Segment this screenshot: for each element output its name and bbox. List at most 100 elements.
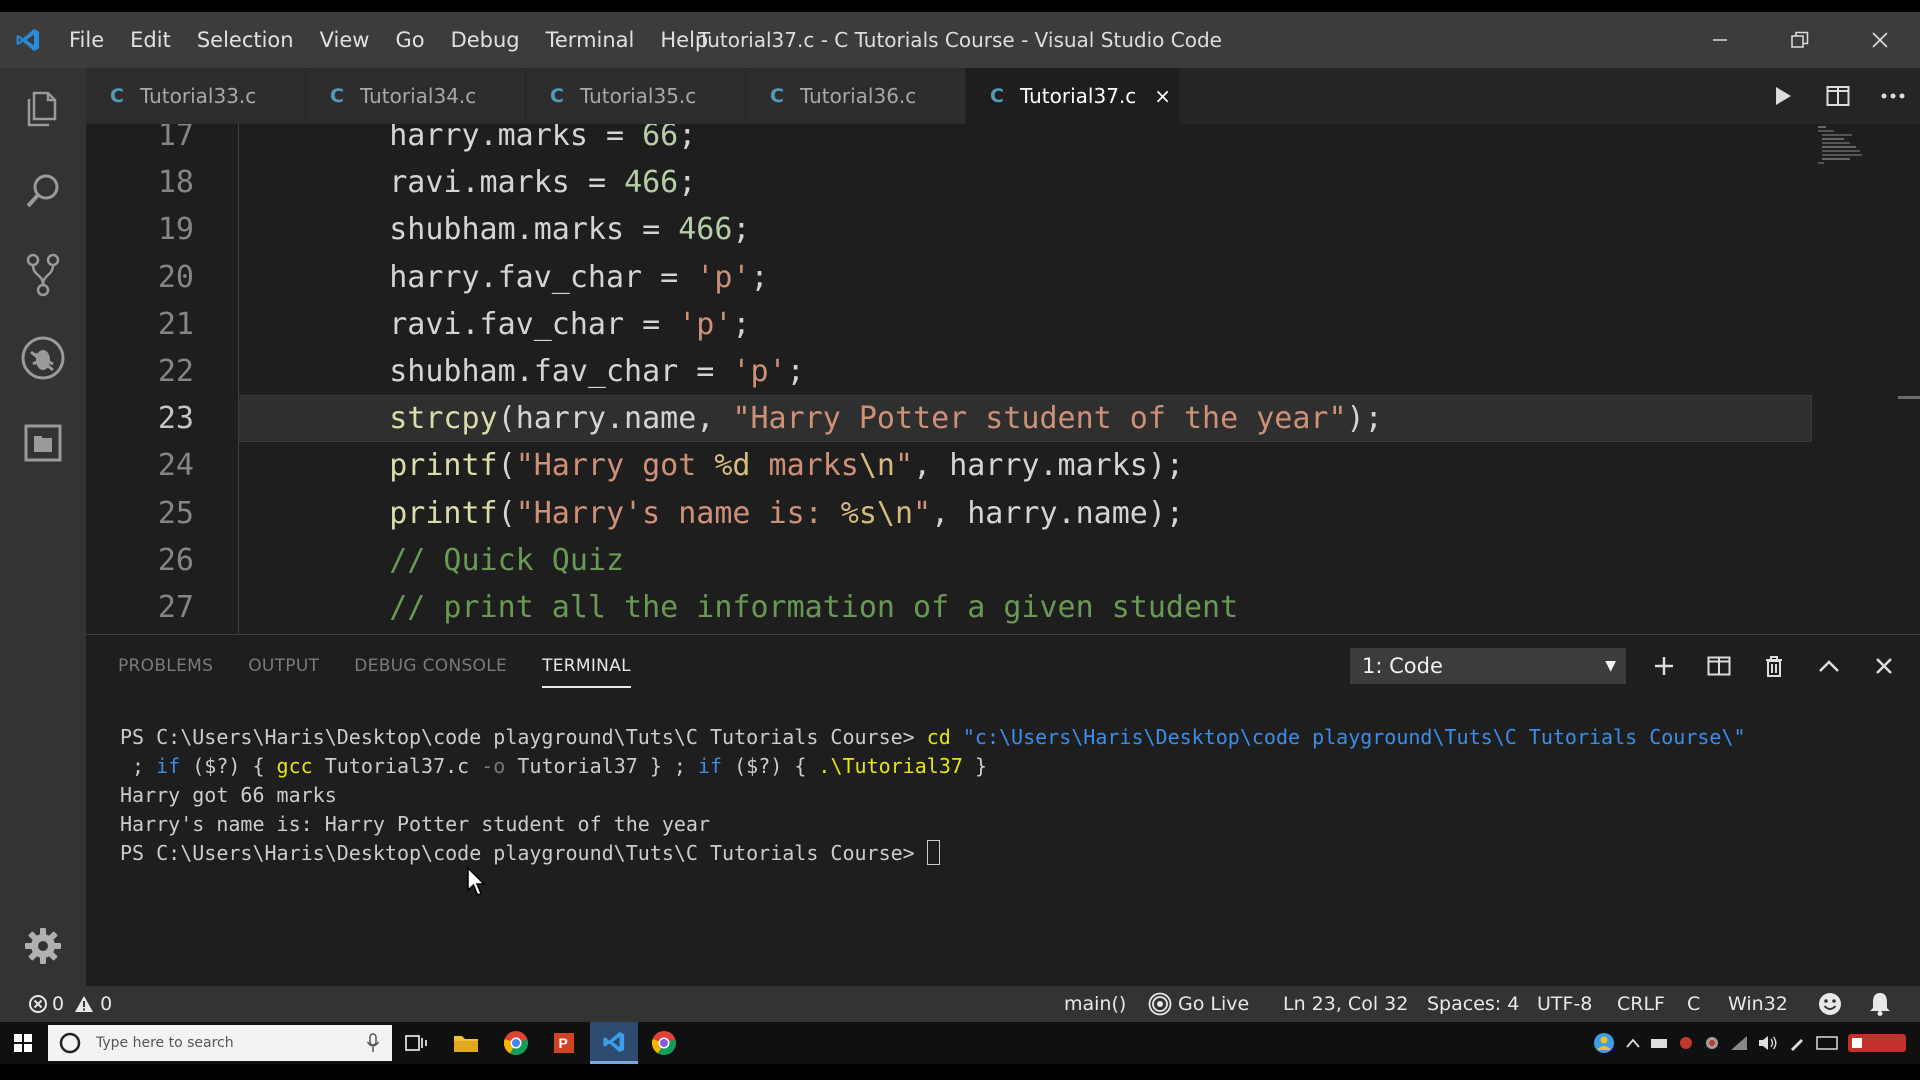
code-text: printf("Harry got %d marks\n", harry.mar… <box>317 442 1184 489</box>
tab-tutorial35-c[interactable]: C Tutorial35.c <box>526 68 746 124</box>
code-token: = <box>696 354 733 389</box>
explorer-icon[interactable] <box>0 74 86 144</box>
code-token: harry.marks <box>949 448 1148 484</box>
tab-tutorial34-c[interactable]: C Tutorial34.c <box>306 68 526 124</box>
task-view-icon[interactable] <box>392 1022 440 1064</box>
eol-status[interactable]: CRLF <box>1617 986 1665 1022</box>
notification-bell-icon[interactable] <box>1868 986 1892 1022</box>
panel-tab-terminal[interactable]: TERMINAL <box>542 635 631 688</box>
windows-start-icon[interactable] <box>0 1022 46 1064</box>
tab-tutorial33-c[interactable]: C Tutorial33.c <box>86 68 306 124</box>
code-token: %d <box>714 448 751 484</box>
windows-taskbar: Type here to search P <box>0 1022 1920 1064</box>
maximize-panel-icon[interactable] <box>1801 635 1856 697</box>
menu-item-file[interactable]: File <box>56 12 117 68</box>
editor-actions <box>1755 68 1920 124</box>
vscode-logo-icon <box>0 12 56 68</box>
minimap[interactable] <box>1816 124 1920 634</box>
debug-icon[interactable] <box>0 323 86 393</box>
code-line[interactable]: 20 harry.fav_char = 'p'; <box>86 254 1920 301</box>
menu-item-edit[interactable]: Edit <box>117 12 184 68</box>
taskbar-search-input[interactable]: Type here to search <box>48 1025 392 1061</box>
terminal-text: "c:\Users\Haris\Desktop\code playground\… <box>962 725 1746 749</box>
smiley-feedback-icon[interactable] <box>1817 986 1843 1022</box>
code-line[interactable]: 24 printf("Harry got %d marks\n", harry.… <box>86 442 1920 489</box>
language-status[interactable]: C <box>1687 986 1700 1022</box>
system-tray <box>1592 1022 1920 1064</box>
chrome-alt-icon[interactable] <box>640 1022 688 1064</box>
current-function[interactable]: main() <box>1064 986 1126 1022</box>
restore-button[interactable] <box>1760 12 1840 68</box>
go-live-button[interactable]: Go Live <box>1148 986 1249 1022</box>
new-terminal-icon[interactable] <box>1636 635 1691 697</box>
menu-item-terminal[interactable]: Terminal <box>533 12 648 68</box>
c-language-icon: C <box>770 85 784 107</box>
menu-bar: File Edit Selection View Go Debug Terminal Help <box>56 12 721 68</box>
code-token: = <box>587 165 625 201</box>
code-text: // print all the information of a given … <box>317 584 1238 631</box>
network-icon <box>1731 1036 1747 1050</box>
source-control-icon[interactable] <box>0 240 86 310</box>
settings-gear-icon[interactable] <box>0 906 86 986</box>
code-line[interactable]: 26 // Quick Quiz <box>86 537 1920 584</box>
split-terminal-icon[interactable] <box>1691 635 1746 697</box>
code-line[interactable]: 23 strcpy(harry.name, "Harry Potter stud… <box>86 395 1920 443</box>
menu-item-selection[interactable]: Selection <box>184 12 307 68</box>
panel-tab-problems[interactable]: PROBLEMS <box>118 635 213 697</box>
close-tab-icon[interactable]: × <box>1154 84 1171 108</box>
trash-icon[interactable] <box>1746 635 1801 697</box>
code-token: ; <box>786 354 805 389</box>
code-text: shubham.fav_char = 'p'; <box>317 348 805 395</box>
file-explorer-icon[interactable] <box>442 1022 490 1064</box>
encoding-status[interactable]: UTF-8 <box>1537 986 1592 1022</box>
code-line[interactable]: 21 ravi.fav_char = 'p'; <box>86 301 1920 348</box>
code-line[interactable]: 25 printf("Harry's name is: %s\n", harry… <box>86 490 1920 537</box>
search-icon[interactable] <box>0 156 86 226</box>
extensions-icon[interactable] <box>0 408 86 478</box>
tab-tutorial36-c[interactable]: C Tutorial36.c <box>746 68 966 124</box>
line-number: 18 <box>157 165 194 201</box>
code-editor[interactable]: 17 harry.marks = 66; 18 ravi.marks = 466;… <box>86 124 1920 634</box>
chrome-icon[interactable] <box>492 1022 540 1064</box>
close-panel-icon[interactable] <box>1856 635 1911 697</box>
tab-label: Tutorial34.c <box>359 84 477 108</box>
code-line[interactable]: 17 harry.marks = 66; <box>86 124 1920 159</box>
platform-status[interactable]: Win32 <box>1728 986 1788 1022</box>
terminal-text: if <box>156 754 181 778</box>
code-token: "Harry Potter student of the year" <box>732 401 1347 437</box>
indentation-status[interactable]: Spaces: 4 <box>1427 986 1519 1022</box>
more-actions-icon[interactable] <box>1865 68 1920 124</box>
panel-tab-output[interactable]: OUTPUT <box>248 635 319 697</box>
code-token: harry.fav_char <box>317 259 661 295</box>
split-editor-icon[interactable] <box>1810 68 1865 124</box>
terminal-line: PS C:\Users\Haris\Desktop\code playgroun… <box>120 723 1910 752</box>
run-code-icon[interactable] <box>1755 68 1810 124</box>
minimize-button[interactable] <box>1680 12 1760 68</box>
menu-item-view[interactable]: View <box>307 12 383 68</box>
terminal-output[interactable]: PS C:\Users\Haris\Desktop\code playgroun… <box>120 723 1910 868</box>
code-line[interactable]: 27 // print all the information of a giv… <box>86 584 1920 631</box>
powerpoint-icon[interactable]: P <box>540 1022 588 1064</box>
menu-item-go[interactable]: Go <box>382 12 437 68</box>
line-number: 23 <box>157 401 194 437</box>
line-number: 19 <box>157 212 194 248</box>
problems-status[interactable]: 0 0 <box>28 986 112 1022</box>
vscode-taskbar-icon[interactable] <box>590 1022 638 1064</box>
broadcast-icon <box>1148 992 1172 1016</box>
tab-tutorial37-c[interactable]: C Tutorial37.c × <box>966 68 1180 124</box>
menu-item-help[interactable]: Help <box>647 12 721 68</box>
code-token: harry.name, <box>515 401 733 437</box>
close-window-button[interactable] <box>1840 12 1920 68</box>
terminal-select[interactable]: 1: Code ▼ <box>1350 648 1626 684</box>
code-line[interactable]: 22 shubham.fav_char = 'p'; <box>86 348 1920 395</box>
panel-tab-debug-console[interactable]: DEBUG CONSOLE <box>354 635 507 697</box>
code-line[interactable]: 18 ravi.marks = 466; <box>86 159 1920 206</box>
scrollbar-marker[interactable] <box>1898 396 1920 399</box>
menu-item-debug[interactable]: Debug <box>438 12 533 68</box>
code-line[interactable]: 19 shubham.marks = 466; <box>86 206 1920 253</box>
status-bar: 0 0 main() Go Live Ln 23, Col 32 Spaces:… <box>0 986 1920 1022</box>
cursor-position[interactable]: Ln 23, Col 32 <box>1283 986 1408 1022</box>
code-token: 'p' <box>696 259 751 295</box>
